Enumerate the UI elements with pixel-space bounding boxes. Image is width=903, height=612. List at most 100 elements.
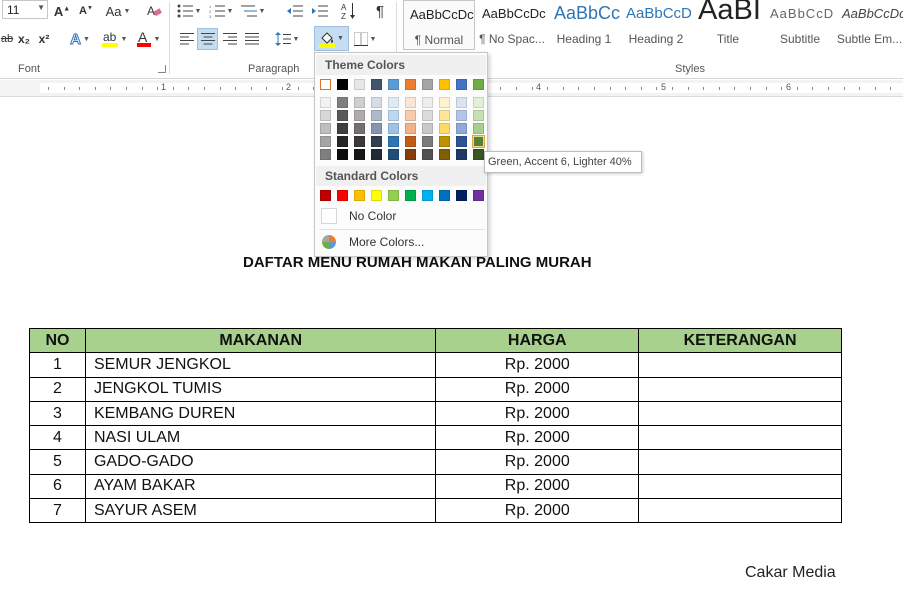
decrease-indent-button[interactable] <box>285 0 305 22</box>
theme-shade-swatch[interactable] <box>354 136 365 147</box>
shrink-font-button[interactable]: A▼ <box>78 0 94 22</box>
clear-formatting-button[interactable]: A <box>144 0 164 22</box>
theme-shade-swatch[interactable] <box>422 110 433 121</box>
shading-button[interactable]: ▼ <box>314 26 349 51</box>
font-size-box[interactable]: 11 ▼ <box>2 0 48 19</box>
theme-shade-swatch[interactable] <box>456 123 467 134</box>
theme-color-swatch[interactable] <box>473 79 484 90</box>
theme-shade-swatch[interactable] <box>320 136 331 147</box>
cell-no[interactable]: 3 <box>29 400 86 427</box>
theme-shade-swatch[interactable] <box>337 149 348 160</box>
theme-shade-swatch[interactable] <box>422 123 433 134</box>
superscript-button[interactable]: x² <box>36 28 52 50</box>
cell-makanan[interactable]: AYAM BAKAR <box>84 473 437 500</box>
style-heading-2[interactable]: AaBbCcD Heading 2 <box>620 0 692 50</box>
theme-color-swatch[interactable] <box>439 79 450 90</box>
theme-shade-swatch[interactable] <box>439 110 450 121</box>
theme-shade-swatch[interactable] <box>456 149 467 160</box>
theme-shade-swatch[interactable] <box>456 97 467 108</box>
standard-color-swatch[interactable] <box>422 190 433 201</box>
line-spacing-button[interactable]: ▼ <box>274 28 300 50</box>
increase-indent-button[interactable] <box>310 0 330 22</box>
cell-keterangan[interactable] <box>638 400 842 427</box>
theme-shade-swatch[interactable] <box>439 149 450 160</box>
multilevel-list-button[interactable]: ▼ <box>240 0 266 22</box>
style-no-spacing[interactable]: AaBbCcDc ¶ No Spac... <box>476 0 548 50</box>
cell-keterangan[interactable] <box>638 498 842 524</box>
no-color-option[interactable]: No Color <box>319 205 485 227</box>
grow-font-button[interactable]: A▲ <box>54 0 70 22</box>
theme-shade-swatch[interactable] <box>337 97 348 108</box>
cell-keterangan[interactable] <box>638 352 842 378</box>
theme-shade-swatch[interactable] <box>354 149 365 160</box>
theme-shade-swatch[interactable] <box>354 110 365 121</box>
style-title[interactable]: AaBI Title <box>692 0 764 50</box>
standard-color-swatch[interactable] <box>439 190 450 201</box>
cell-makanan[interactable]: SEMUR JENGKOL <box>84 352 437 378</box>
theme-shade-swatch[interactable] <box>388 97 399 108</box>
theme-shade-swatch[interactable] <box>337 136 348 147</box>
style-subtitle[interactable]: AaBbCcD Subtitle <box>764 0 836 50</box>
theme-shade-swatch[interactable] <box>456 136 467 147</box>
text-effects-button[interactable]: A ▼ <box>66 28 94 50</box>
theme-shade-swatch[interactable] <box>456 110 467 121</box>
theme-shade-swatch[interactable] <box>473 149 484 160</box>
theme-color-swatch[interactable] <box>354 79 365 90</box>
theme-shade-swatch[interactable] <box>439 136 450 147</box>
theme-color-swatch[interactable] <box>337 79 348 90</box>
theme-shade-swatch[interactable] <box>371 149 382 160</box>
standard-color-swatch[interactable] <box>320 190 331 201</box>
justify-button[interactable] <box>242 28 262 50</box>
theme-shade-swatch[interactable] <box>320 110 331 121</box>
theme-shade-swatch[interactable] <box>388 149 399 160</box>
cell-no[interactable]: 7 <box>29 498 86 524</box>
header-makanan[interactable]: MAKANAN <box>84 327 437 354</box>
theme-shade-swatch[interactable] <box>439 97 450 108</box>
header-no[interactable]: NO <box>29 327 86 354</box>
cell-harga[interactable]: Rp. 2000 <box>435 400 640 427</box>
subscript-button[interactable]: x₂ <box>16 28 32 50</box>
theme-color-swatch[interactable] <box>320 79 331 90</box>
chevron-down-icon[interactable]: ▼ <box>37 3 45 12</box>
borders-button[interactable]: ▼ <box>350 28 380 50</box>
style-subtle-emphasis[interactable]: AaBbCcDc Subtle Em... <box>836 0 903 50</box>
cell-harga[interactable]: Rp. 2000 <box>435 449 640 475</box>
theme-shade-swatch[interactable] <box>388 110 399 121</box>
menu-table[interactable]: NO MAKANAN HARGA KETERANGAN 1 SEMUR JENG… <box>29 327 842 524</box>
theme-shade-swatch[interactable] <box>371 136 382 147</box>
theme-color-swatch[interactable] <box>422 79 433 90</box>
style-heading-1[interactable]: AaBbCc Heading 1 <box>548 0 620 50</box>
theme-shade-swatch[interactable] <box>422 149 433 160</box>
theme-shade-swatch[interactable] <box>472 135 485 148</box>
font-color-button[interactable]: A ▼ <box>134 28 162 50</box>
standard-color-swatch[interactable] <box>337 190 348 201</box>
cell-makanan[interactable]: GADO-GADO <box>84 449 437 475</box>
theme-shade-swatch[interactable] <box>337 123 348 134</box>
cell-keterangan[interactable] <box>638 425 842 451</box>
font-dialog-launcher-icon[interactable] <box>158 65 166 73</box>
cell-makanan[interactable]: SAYUR ASEM <box>84 498 437 524</box>
cell-makanan[interactable]: KEMBANG DUREN <box>84 400 437 427</box>
cell-harga[interactable]: Rp. 2000 <box>435 425 640 451</box>
theme-shade-swatch[interactable] <box>439 123 450 134</box>
standard-color-swatch[interactable] <box>388 190 399 201</box>
cell-no[interactable]: 2 <box>29 376 86 402</box>
cell-no[interactable]: 5 <box>29 449 86 475</box>
more-colors-option[interactable]: More Colors... <box>319 231 485 253</box>
theme-color-swatch[interactable] <box>388 79 399 90</box>
align-right-button[interactable] <box>220 28 240 50</box>
theme-shade-swatch[interactable] <box>473 110 484 121</box>
cell-no[interactable]: 6 <box>29 473 86 500</box>
cell-no[interactable]: 1 <box>29 352 86 378</box>
standard-color-swatch[interactable] <box>473 190 484 201</box>
theme-shade-swatch[interactable] <box>422 136 433 147</box>
cell-keterangan[interactable] <box>638 473 842 500</box>
theme-shade-swatch[interactable] <box>473 97 484 108</box>
theme-shade-swatch[interactable] <box>371 97 382 108</box>
theme-shade-swatch[interactable] <box>320 97 331 108</box>
theme-shade-swatch[interactable] <box>405 136 416 147</box>
cell-keterangan[interactable] <box>638 449 842 475</box>
cell-harga[interactable]: Rp. 2000 <box>435 376 640 402</box>
text-highlight-button[interactable]: ab ▼ <box>100 28 128 50</box>
standard-color-swatch[interactable] <box>405 190 416 201</box>
